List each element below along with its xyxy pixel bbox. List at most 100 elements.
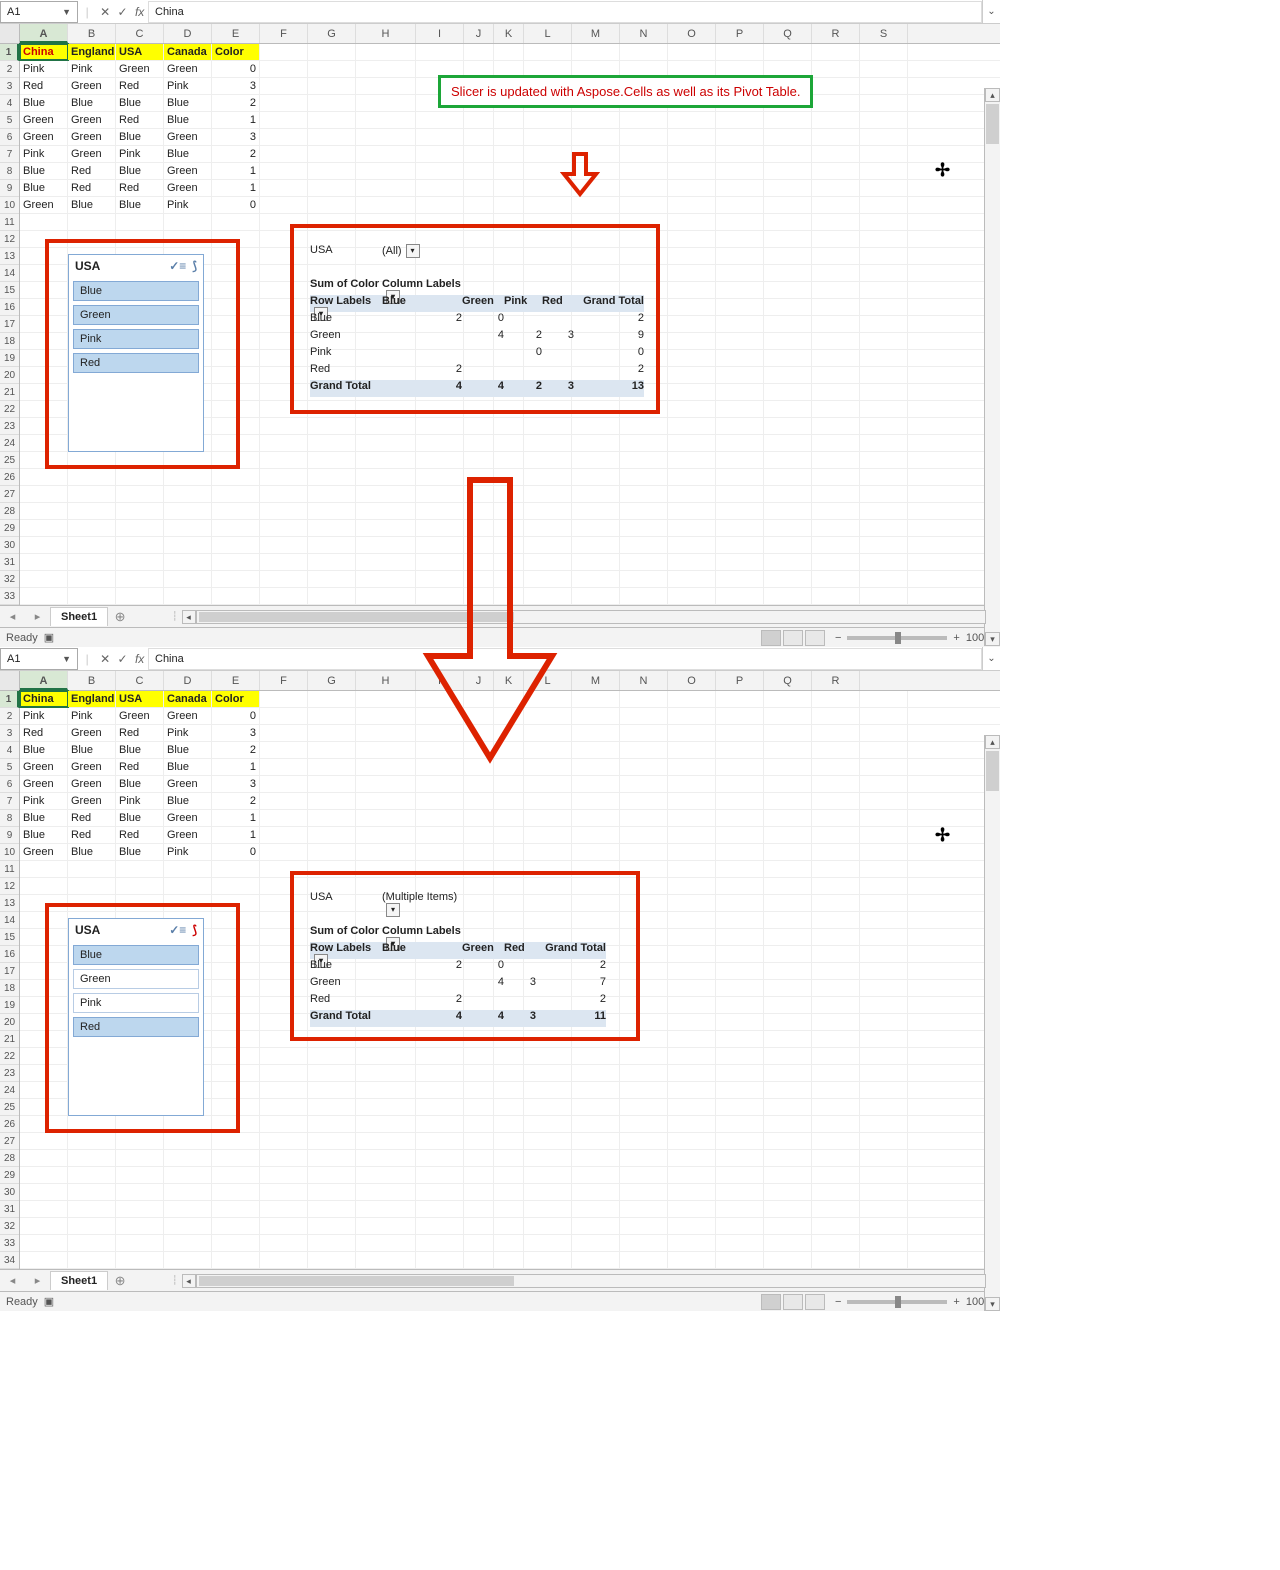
cell-27-11[interactable] — [494, 1133, 524, 1149]
hscroll-track[interactable] — [196, 1274, 987, 1288]
vscroll-thumb[interactable] — [986, 104, 999, 144]
cell-16-15[interactable] — [668, 299, 716, 315]
cell-7-4[interactable]: Blue — [164, 793, 212, 809]
cell-27-16[interactable] — [716, 486, 764, 502]
row-header-13[interactable]: 13 — [0, 895, 19, 912]
cell-1-8[interactable] — [356, 691, 416, 707]
cell-25-2[interactable] — [68, 452, 116, 468]
cell-22-15[interactable] — [668, 1048, 716, 1064]
cell-25-16[interactable] — [716, 1099, 764, 1115]
cell-24-19[interactable] — [860, 435, 908, 451]
cell-8-5[interactable]: 1 — [212, 810, 260, 826]
row-header-22[interactable]: 22 — [0, 1048, 19, 1065]
cancel-icon[interactable]: ✕ — [100, 5, 110, 19]
cell-31-14[interactable] — [620, 554, 668, 570]
cell-6-12[interactable] — [524, 776, 572, 792]
cell-1-18[interactable] — [812, 44, 860, 60]
cell-5-13[interactable] — [572, 112, 620, 128]
cell-21-19[interactable] — [860, 384, 908, 400]
cell-27-7[interactable] — [308, 486, 356, 502]
cell-3-19[interactable] — [860, 78, 908, 94]
cell-28-18[interactable] — [812, 503, 860, 519]
cell-6-17[interactable] — [764, 776, 812, 792]
cell-4-15[interactable] — [668, 742, 716, 758]
cell-26-2[interactable] — [68, 469, 116, 485]
cell-12-19[interactable] — [860, 878, 908, 894]
row-header-8[interactable]: 8 — [0, 810, 19, 827]
cell-13-2[interactable] — [68, 895, 116, 911]
cell-25-10[interactable] — [464, 1099, 494, 1115]
cell-10-3[interactable]: Blue — [116, 844, 164, 860]
row-header-13[interactable]: 13 — [0, 248, 19, 265]
hscroll-left-button[interactable]: ◂ — [182, 610, 196, 624]
cell-27-1[interactable] — [20, 486, 68, 502]
cell-32-14[interactable] — [620, 1218, 668, 1234]
cell-2-5[interactable]: 0 — [212, 708, 260, 724]
cell-4-14[interactable] — [620, 742, 668, 758]
cell-5-14[interactable] — [620, 112, 668, 128]
cell-22-16[interactable] — [716, 1048, 764, 1064]
row-header-31[interactable]: 31 — [0, 554, 19, 571]
cell-29-15[interactable] — [668, 1167, 716, 1183]
cell-33-10[interactable] — [464, 1235, 494, 1251]
cell-11-19[interactable] — [860, 214, 908, 230]
cell-22-10[interactable] — [464, 401, 494, 417]
cell-4-4[interactable]: Blue — [164, 742, 212, 758]
cell-29-5[interactable] — [212, 520, 260, 536]
cell-16-1[interactable] — [20, 946, 68, 962]
cell-9-14[interactable] — [620, 827, 668, 843]
cell-21-17[interactable] — [764, 384, 812, 400]
cell-7-18[interactable] — [812, 146, 860, 162]
cell-22-11[interactable] — [494, 401, 524, 417]
cell-4-5[interactable]: 2 — [212, 742, 260, 758]
cell-11-15[interactable] — [668, 861, 716, 877]
cell-27-15[interactable] — [668, 1133, 716, 1149]
cell-33-16[interactable] — [716, 588, 764, 604]
cell-31-18[interactable] — [812, 554, 860, 570]
cell-18-5[interactable] — [212, 333, 260, 349]
row-header-16[interactable]: 16 — [0, 946, 19, 963]
slicer-usa[interactable]: USA ✓≡ ⟆ BlueGreenPinkRed — [68, 918, 204, 1116]
cell-6-3[interactable]: Blue — [116, 776, 164, 792]
cell-8-19[interactable] — [860, 163, 908, 179]
cell-2-4[interactable]: Green — [164, 61, 212, 77]
cell-17-14[interactable] — [620, 963, 668, 979]
cell-16-5[interactable] — [212, 299, 260, 315]
cell-8-19[interactable] — [860, 810, 908, 826]
cell-22-13[interactable] — [572, 401, 620, 417]
cell-1-9[interactable] — [416, 44, 464, 60]
cell-24-14[interactable] — [620, 435, 668, 451]
cell-7-1[interactable]: Pink — [20, 146, 68, 162]
cell-28-9[interactable] — [416, 1150, 464, 1166]
cell-32-15[interactable] — [668, 1218, 716, 1234]
cell-11-7[interactable] — [308, 861, 356, 877]
cell-3-3[interactable]: Red — [116, 78, 164, 94]
column-header-O[interactable]: O — [668, 671, 716, 690]
cell-24-13[interactable] — [572, 435, 620, 451]
cell-17-15[interactable] — [668, 963, 716, 979]
cell-3-2[interactable]: Green — [68, 78, 116, 94]
cell-26-3[interactable] — [116, 469, 164, 485]
cell-16-18[interactable] — [812, 946, 860, 962]
cell-7-19[interactable] — [860, 793, 908, 809]
cell-31-3[interactable] — [116, 1201, 164, 1217]
slicer-usa[interactable]: USA ✓≡ ⟆ BlueGreenPinkRed — [68, 254, 204, 452]
cell-25-14[interactable] — [620, 452, 668, 468]
cell-3-1[interactable]: Red — [20, 78, 68, 94]
hscroll-thumb[interactable] — [199, 1276, 514, 1286]
cell-8-9[interactable] — [416, 163, 464, 179]
cell-10-6[interactable] — [260, 844, 308, 860]
cell-14-6[interactable] — [260, 912, 308, 928]
row-header-32[interactable]: 32 — [0, 1218, 19, 1235]
cell-27-6[interactable] — [260, 1133, 308, 1149]
cell-31-8[interactable] — [356, 1201, 416, 1217]
cell-22-12[interactable] — [524, 401, 572, 417]
cell-2-6[interactable] — [260, 708, 308, 724]
cell-16-17[interactable] — [764, 299, 812, 315]
page-layout-view-button[interactable] — [783, 1294, 803, 1310]
cell-9-8[interactable] — [356, 180, 416, 196]
cell-30-16[interactable] — [716, 537, 764, 553]
row-header-24[interactable]: 24 — [0, 435, 19, 452]
cell-7-7[interactable] — [308, 793, 356, 809]
cell-26-3[interactable] — [116, 1116, 164, 1132]
